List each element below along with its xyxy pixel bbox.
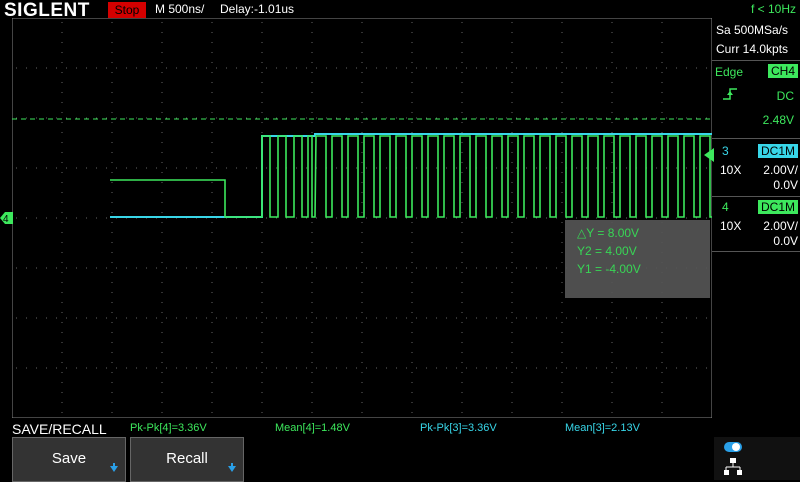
measurement-mean-ch3: Mean[3]=2.13V [565,422,640,434]
sample-rate: Sa 500MSa/s [716,23,789,37]
timebase-readout[interactable]: M 500ns/ [155,2,204,16]
ch4-probe: 10X [720,219,742,233]
trigger-frequency: f < 10Hz [750,2,796,16]
measurement-mean-ch4: Mean[4]=1.48V [275,422,350,434]
trigger-coupling: DC [776,89,794,103]
status-icons-area [714,437,800,480]
chevron-down-icon [228,463,236,472]
ch3-scale: 2.00V/ [763,163,798,177]
trigger-panel[interactable]: Edge CH4 DC 2.48V [712,60,800,136]
save-button[interactable]: Save [12,437,126,482]
ch3-offset: 0.0V [773,178,798,192]
ch3-panel[interactable]: 3 DC1M 10X 2.00V/ 0.0V [712,141,800,195]
rising-edge-icon [723,88,737,100]
cursor-y1: Y1 = -4.00V [577,262,641,276]
network-icon [724,458,742,475]
cursor-readout: △Y = 8.00V Y2 = 4.00V Y1 = -4.00V [565,220,710,298]
trigger-type: Edge [715,65,744,79]
recall-button[interactable]: Recall [130,437,244,482]
memory-depth: Curr 14.0kpts [716,42,789,56]
ch3-probe: 10X [720,163,742,177]
cursor-delta-y: △Y = 8.00V [577,226,640,240]
svg-text:4: 4 [3,214,9,225]
menu-title: SAVE/RECALL [12,421,107,437]
ch3-number: 3 [722,144,729,158]
toggle-icon[interactable] [724,441,742,453]
cursor-y2: Y2 = 4.00V [577,244,637,258]
trigger-level: 2.48V [762,113,794,127]
ch4-scale: 2.00V/ [763,219,798,233]
ch3-coupling: DC1M [757,144,798,158]
trigger-source: CH4 [767,64,798,78]
ch4-number: 4 [722,200,729,214]
ch4-coupling: DC1M [757,200,798,214]
waveform-display[interactable] [12,18,712,418]
delay-readout[interactable]: Delay:-1.01us [220,2,294,16]
chevron-down-icon [110,463,118,472]
run-stop-status[interactable]: Stop [108,2,146,18]
ch4-ground-marker[interactable]: 4 [0,211,14,225]
measurement-pkpk-ch3: Pk-Pk[3]=3.36V [420,422,497,434]
measurement-pkpk-ch4: Pk-Pk[4]=3.36V [130,422,207,434]
ch4-panel[interactable]: 4 DC1M 10X 2.00V/ 0.0V [712,197,800,251]
ch4-offset: 0.0V [773,234,798,248]
